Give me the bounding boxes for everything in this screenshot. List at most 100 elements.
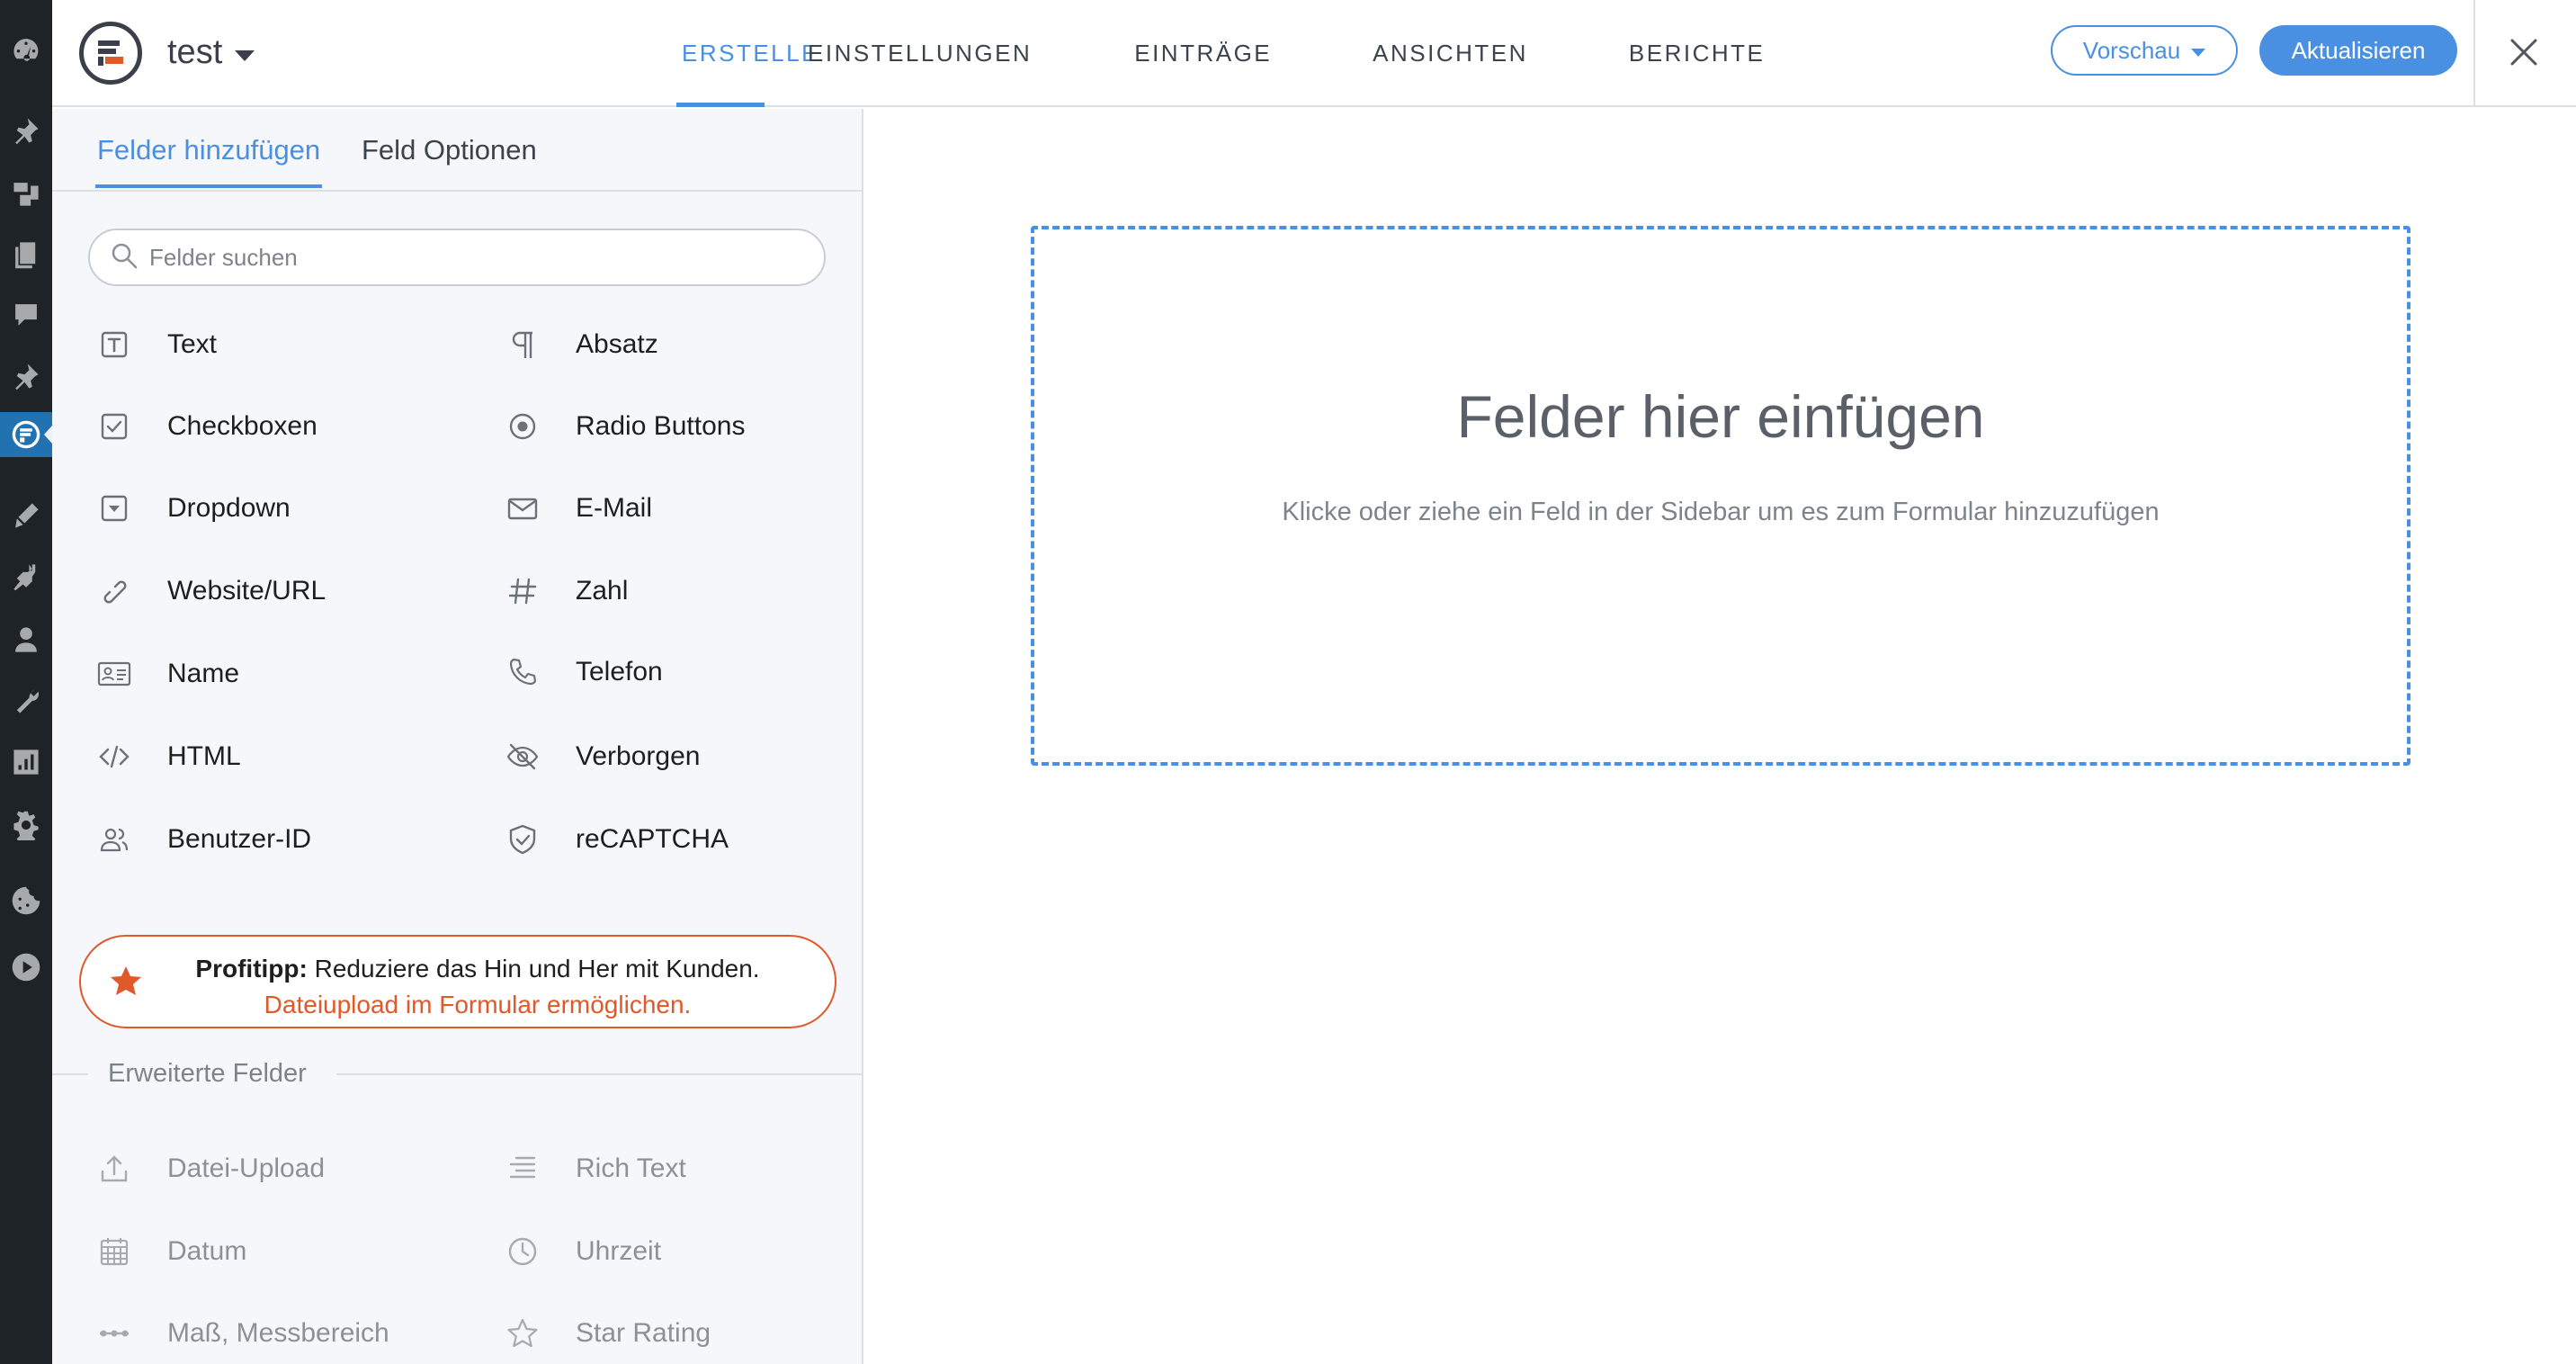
tab-eintraege[interactable]: EINTRÄGE <box>1129 0 1277 107</box>
slider-icon <box>94 1313 135 1354</box>
reports-icon[interactable] <box>0 740 52 785</box>
field-label: Benutzer-ID <box>167 824 312 854</box>
field-recaptcha[interactable]: reCAPTCHA <box>502 814 729 865</box>
divider <box>52 1073 88 1075</box>
comments-icon[interactable] <box>0 292 52 337</box>
dropzone-subtitle: Klicke oder ziehe ein Feld in der Sideba… <box>1282 498 2160 526</box>
pin-icon[interactable] <box>0 354 52 399</box>
eye-slash-icon <box>502 736 543 777</box>
field-label: Datum <box>167 1236 247 1266</box>
plugins-icon[interactable] <box>0 554 52 599</box>
field-label: Telefon <box>576 657 663 686</box>
field-datum[interactable]: Datum <box>94 1226 246 1277</box>
field-zahl[interactable]: Zahl <box>502 566 628 616</box>
field-label: HTML <box>167 741 241 771</box>
pro-tip-link[interactable]: Dateiupload im Formular ermöglichen. <box>81 991 838 1019</box>
close-icon[interactable] <box>2499 27 2549 77</box>
tab-felder-hinzufuegen[interactable]: Felder hinzufügen <box>94 134 323 188</box>
hash-icon <box>502 570 543 612</box>
field-label: Name <box>167 659 240 688</box>
play-icon[interactable] <box>0 945 52 990</box>
tools-wrench-icon[interactable] <box>0 678 52 723</box>
cookie-icon[interactable] <box>0 878 52 923</box>
field-label: Checkboxen <box>167 411 318 441</box>
tab-erstelle[interactable]: ERSTELLE <box>676 0 817 107</box>
field-name[interactable]: Name <box>94 649 239 699</box>
formidable-forms-icon[interactable] <box>0 412 52 457</box>
field-label: Uhrzeit <box>576 1236 662 1266</box>
tab-ansichten[interactable]: ANSICHTEN <box>1367 0 1534 107</box>
field-label: Datei-Upload <box>167 1153 326 1183</box>
field-label: Verborgen <box>576 741 701 771</box>
field-label: Maß, Messbereich <box>167 1318 389 1348</box>
users-icon <box>94 819 135 860</box>
users-icon[interactable] <box>0 617 52 662</box>
shield-check-icon <box>502 819 543 860</box>
pages-icon[interactable] <box>0 232 52 277</box>
star-icon <box>502 1313 543 1354</box>
tab-einstellungen[interactable]: EINSTELLUNGEN <box>802 0 1037 107</box>
field-html[interactable]: HTML <box>94 731 241 782</box>
fields-sidebar: Felder hinzufügen Feld Optionen Text Che… <box>52 109 863 1364</box>
field-uhrzeit[interactable]: Uhrzeit <box>502 1226 661 1277</box>
field-website-url[interactable]: Website/URL <box>94 566 326 616</box>
field-star-rating[interactable]: Star Rating <box>502 1308 711 1359</box>
field-email[interactable]: E-Mail <box>502 483 652 534</box>
advanced-fields-label: Erweiterte Felder <box>108 1059 307 1088</box>
checkbox-icon <box>94 406 135 447</box>
field-label: Star Rating <box>576 1318 711 1348</box>
field-label: Text <box>167 329 218 359</box>
divider <box>336 1073 862 1075</box>
field-absatz[interactable]: Absatz <box>502 319 658 370</box>
field-label: E-Mail <box>576 493 653 523</box>
field-text[interactable]: Text <box>94 319 217 370</box>
field-dropdown[interactable]: Dropdown <box>94 483 291 534</box>
tab-feld-optionen[interactable]: Feld Optionen <box>362 134 537 166</box>
field-verborgen[interactable]: Verborgen <box>502 731 700 782</box>
field-mass-messbereich[interactable]: Maß, Messbereich <box>94 1308 389 1359</box>
paragraph-icon <box>502 324 543 365</box>
field-label: Website/URL <box>167 576 326 606</box>
field-label: Zahl <box>576 576 629 606</box>
settings-gear-icon[interactable] <box>0 803 52 848</box>
form-canvas: Felder hier einfügen Klicke oder ziehe e… <box>865 109 2576 1364</box>
pro-tip-text: Profitipp: Reduziere das Hin und Her mit… <box>195 955 760 983</box>
form-title: test <box>167 33 223 71</box>
field-radio-buttons[interactable]: Radio Buttons <box>502 401 745 452</box>
field-search <box>88 229 826 286</box>
field-datei-upload[interactable]: Datei-Upload <box>94 1144 325 1194</box>
tab-berichte[interactable]: BERICHTE <box>1623 0 1770 107</box>
link-icon <box>94 570 135 612</box>
sidebar-tabs: Felder hinzufügen Feld Optionen <box>52 109 862 192</box>
field-label: Dropdown <box>167 493 291 523</box>
update-button[interactable]: Aktualisieren <box>2259 25 2457 76</box>
text-icon <box>94 324 135 365</box>
chevron-down-icon <box>2191 48 2206 57</box>
rich-text-icon <box>502 1148 543 1189</box>
advanced-fields-header: Erweiterte Felder <box>52 1055 862 1091</box>
envelope-icon <box>502 488 543 529</box>
formidable-logo[interactable] <box>79 22 142 85</box>
field-checkboxen[interactable]: Checkboxen <box>94 401 318 452</box>
preview-button[interactable]: Vorschau <box>2051 25 2238 76</box>
posts-pin-icon[interactable] <box>0 108 52 153</box>
search-input[interactable] <box>149 243 779 272</box>
appearance-icon[interactable] <box>0 493 52 538</box>
builder-header: test ERSTELLE EINSTELLUNGEN EINTRÄGE ANS… <box>52 0 2576 107</box>
pro-tip-banner: Profitipp: Reduziere das Hin und Her mit… <box>79 935 836 1028</box>
header-divider <box>2473 0 2475 107</box>
dashboard-icon[interactable] <box>0 27 52 72</box>
field-label: reCAPTCHA <box>576 824 729 854</box>
builder-tabs: ERSTELLE EINSTELLUNGEN EINTRÄGE ANSICHTE… <box>676 0 1770 107</box>
field-telefon[interactable]: Telefon <box>502 647 663 697</box>
field-dropzone[interactable]: Felder hier einfügen Klicke oder ziehe e… <box>1031 226 2411 766</box>
form-title-dropdown[interactable]: test <box>167 33 255 72</box>
field-rich-text[interactable]: Rich Text <box>502 1144 686 1194</box>
clock-icon <box>502 1231 543 1272</box>
code-icon <box>94 736 135 777</box>
upload-icon <box>94 1148 135 1189</box>
radio-icon <box>502 406 543 447</box>
field-label: Radio Buttons <box>576 411 746 441</box>
media-icon[interactable] <box>0 171 52 216</box>
field-benutzer-id[interactable]: Benutzer-ID <box>94 814 311 865</box>
